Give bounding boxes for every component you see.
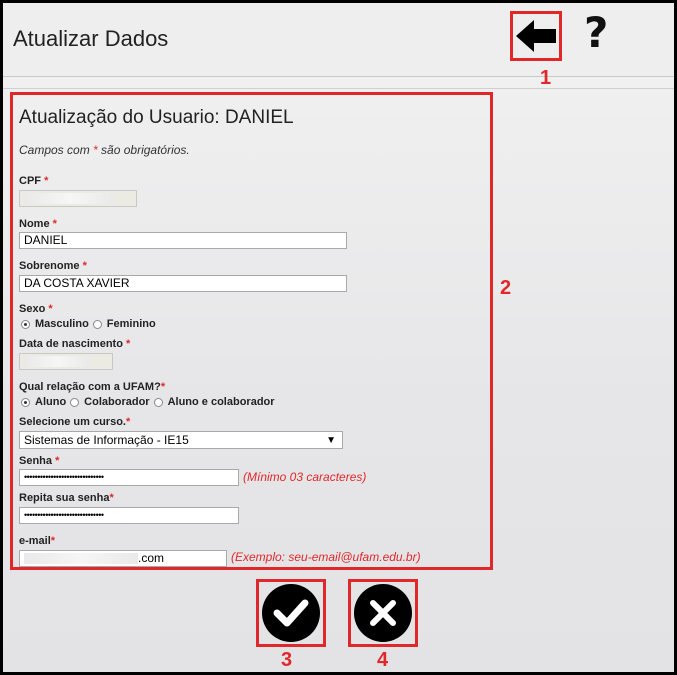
nascimento-label: Data de nascimento * <box>19 338 131 350</box>
cancel-circle <box>354 584 412 642</box>
radio-colaborador[interactable] <box>70 397 80 407</box>
redacted-text <box>24 193 116 205</box>
page-title: Atualizar Dados <box>13 26 169 51</box>
required-note: Campos com * são obrigatórios. <box>19 143 190 157</box>
radio-label-aluno: Aluno <box>35 396 67 408</box>
radio-label-colaborador: Colaborador <box>84 396 150 408</box>
radio-label-aluno-colaborador: Aluno e colaborador <box>167 396 275 408</box>
nome-label: Nome * <box>19 218 57 230</box>
callout-4: 4 <box>377 649 389 671</box>
confirm-circle <box>262 584 320 642</box>
nascimento-field <box>19 353 113 370</box>
radio-aluno-colaborador[interactable] <box>153 397 163 407</box>
senha-hint: (Mínimo 03 caracteres) <box>243 470 367 484</box>
relacao-label: Qual relação com a UFAM?* <box>19 381 166 393</box>
callout-3: 3 <box>281 649 293 671</box>
repita-senha-label: Repita sua senha* <box>19 492 114 504</box>
radio-feminino[interactable] <box>92 319 102 329</box>
cancel-button[interactable] <box>348 579 418 647</box>
sobrenome-input[interactable]: DA COSTA XAVIER <box>19 275 347 292</box>
repita-senha-input[interactable]: •••••••••••••••••••••••••••••• <box>19 507 239 524</box>
callout-1: 1 <box>540 67 552 89</box>
sexo-label: Sexo * <box>19 303 53 315</box>
callout-2: 2 <box>500 277 512 299</box>
radio-masculino[interactable] <box>21 319 30 329</box>
header-divider <box>3 88 674 89</box>
checkmark-icon <box>273 599 309 627</box>
cpf-label: CPF * <box>19 175 49 187</box>
arrow-left-icon <box>516 20 556 52</box>
form-title: Atualização do Usuario: DANIEL <box>19 107 294 128</box>
email-input[interactable]: .com <box>19 550 227 567</box>
x-icon <box>370 600 396 626</box>
relacao-radio-group: Aluno Colaborador Aluno e colaborador <box>19 396 275 408</box>
curso-label: Selecione um curso.* <box>19 416 131 428</box>
senha-label: Senha * <box>19 455 60 467</box>
radio-aluno[interactable] <box>21 397 30 407</box>
question-mark-icon[interactable]: ? <box>584 8 608 57</box>
curso-select[interactable]: Sistemas de Informação - IE15 ▼ <box>19 431 343 449</box>
cpf-field <box>19 190 137 207</box>
email-label: e-mail* <box>19 535 56 547</box>
radio-label-masculino: Masculino <box>35 318 89 330</box>
back-button[interactable] <box>510 11 562 61</box>
sexo-radio-group: Masculino Feminino <box>19 318 156 330</box>
redacted-text <box>24 356 92 368</box>
confirm-button[interactable] <box>256 579 326 647</box>
radio-label-feminino: Feminino <box>106 318 156 330</box>
email-hint: (Exemplo: seu-email@ufam.edu.br) <box>231 550 421 564</box>
nome-input[interactable]: DANIEL <box>19 232 347 249</box>
curso-selected-value: Sistemas de Informação - IE15 <box>24 433 189 447</box>
sobrenome-label: Sobrenome * <box>19 260 87 272</box>
redacted-text <box>24 553 138 565</box>
senha-input[interactable]: •••••••••••••••••••••••••••••• <box>19 469 239 486</box>
dropdown-arrow-icon: ▼ <box>326 435 336 446</box>
